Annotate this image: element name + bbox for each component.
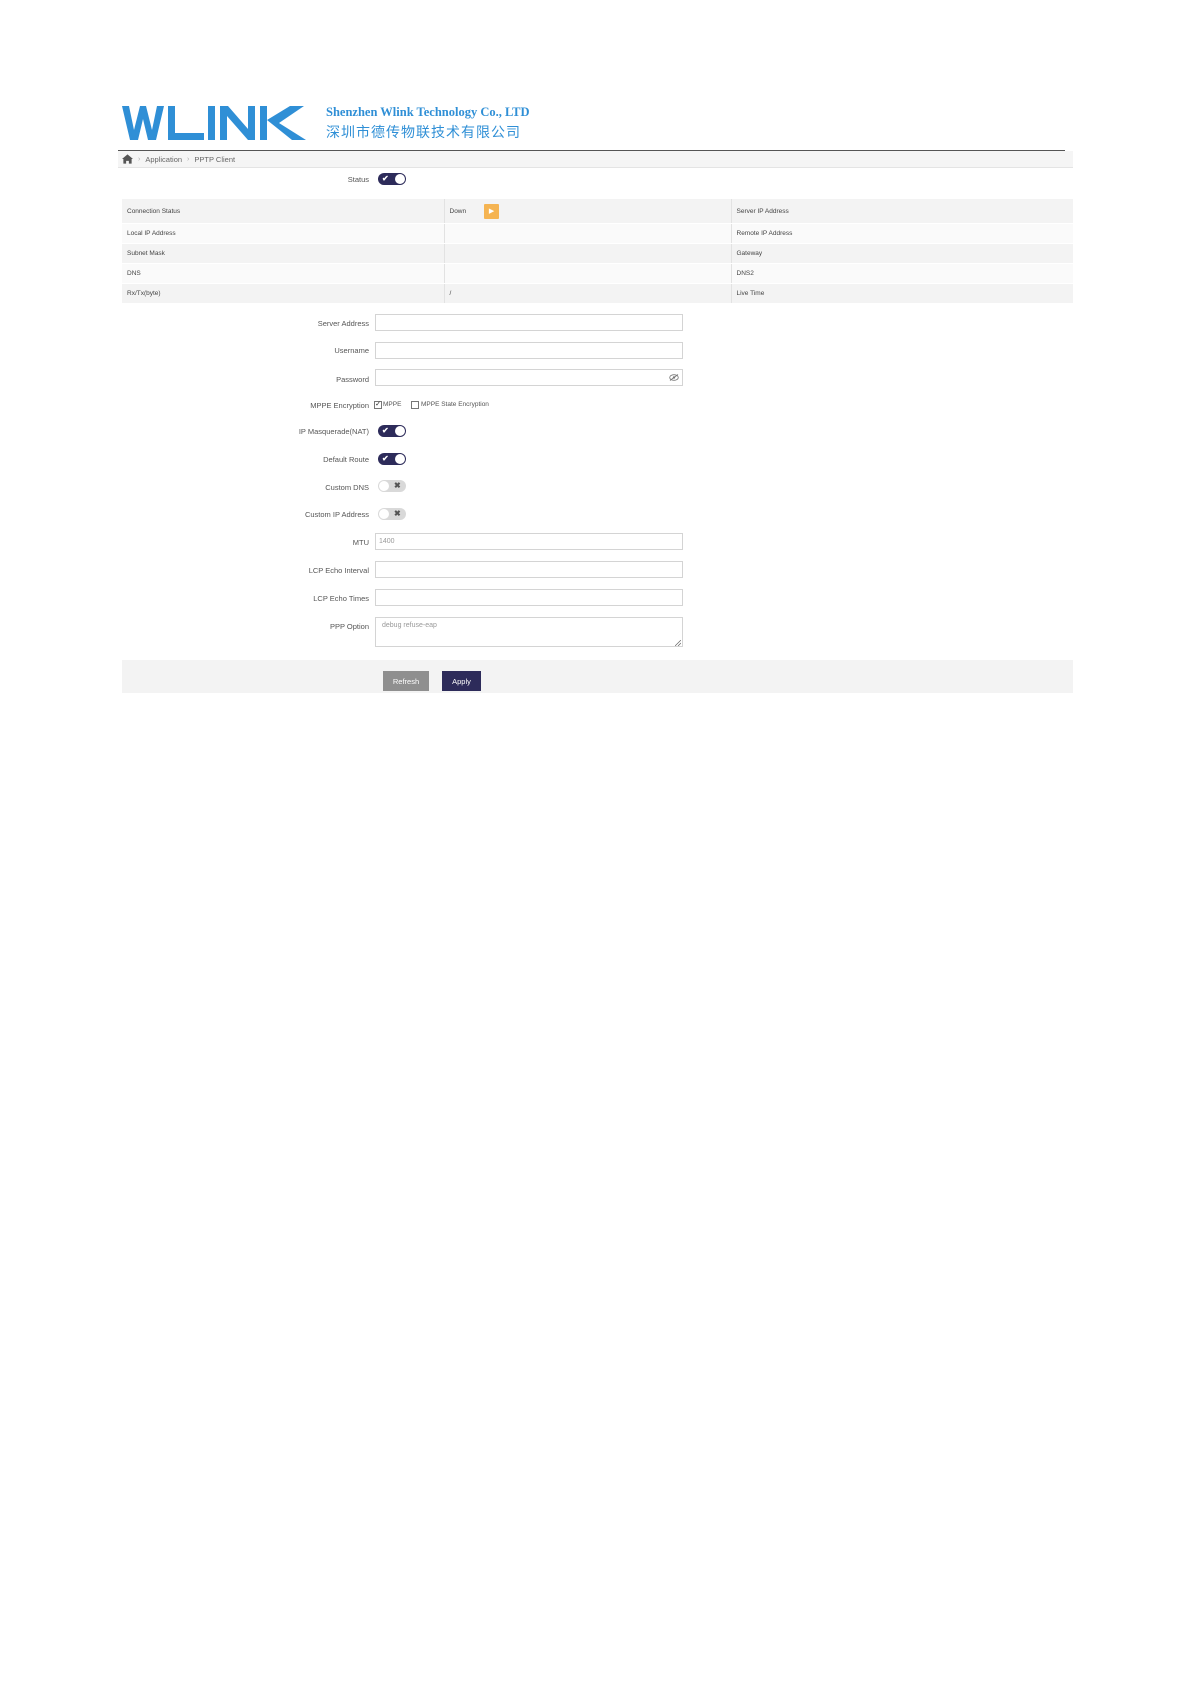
custom-dns-toggle[interactable]: ✖: [378, 480, 406, 492]
table-row: Local IP Address Remote IP Address: [122, 223, 1073, 244]
table-cell-value: [444, 223, 732, 244]
apply-button[interactable]: Apply: [442, 671, 481, 691]
custom-ip-address-toggle[interactable]: ✖: [378, 508, 406, 520]
lcp-echo-interval-label: LCP Echo Interval: [308, 566, 369, 575]
default-route-label: Default Route: [323, 455, 369, 464]
breadcrumb: › Application › PPTP Client: [118, 151, 1073, 168]
password-input[interactable]: [375, 369, 683, 386]
toggle-knob: [395, 454, 405, 464]
toggle-knob: [395, 174, 405, 184]
home-icon[interactable]: [122, 154, 133, 164]
close-icon: ✖: [394, 481, 401, 490]
toggle-knob: [379, 509, 389, 519]
mtu-label: MTU: [352, 538, 369, 547]
ip-masquerade-toggle[interactable]: ✔: [378, 425, 406, 437]
table-cell-label: Local IP Address: [122, 223, 445, 244]
toggle-knob: [395, 426, 405, 436]
check-icon: ✓: [375, 401, 381, 408]
action-bar: [122, 660, 1073, 693]
server-address-input[interactable]: [375, 314, 683, 331]
company-name-chinese: 深圳市德传物联技术有限公司: [326, 125, 521, 141]
server-address-label: Server Address: [317, 319, 369, 328]
connection-status-value: Down ▶: [444, 199, 732, 224]
check-icon: ✔: [382, 174, 389, 183]
table-cell-value: [444, 263, 732, 284]
breadcrumb-separator: ›: [138, 155, 141, 163]
table-cell-label: Remote IP Address: [731, 223, 1073, 244]
table-cell-value: /: [444, 283, 732, 304]
check-icon: ✔: [382, 426, 389, 435]
mppe-state-encryption-label: MPPE State Encryption: [421, 401, 489, 408]
ppp-option-label: PPP Option: [329, 622, 369, 631]
status-label: Status: [347, 175, 369, 184]
username-input[interactable]: [375, 342, 683, 359]
breadcrumb-application[interactable]: Application: [145, 155, 182, 164]
lcp-echo-times-input[interactable]: [375, 589, 683, 606]
refresh-button[interactable]: Refresh: [383, 671, 429, 691]
toggle-knob: [379, 481, 389, 491]
resize-grip-icon[interactable]: [675, 640, 681, 646]
table-cell-value: [444, 243, 732, 264]
username-label: Username: [334, 346, 369, 355]
default-route-toggle[interactable]: ✔: [378, 453, 406, 465]
mppe-checkbox[interactable]: ✓: [374, 401, 382, 409]
password-label: Password: [336, 375, 369, 384]
table-cell-label: Gateway: [731, 243, 1073, 264]
table-cell-label: DNS: [122, 263, 445, 284]
ip-masquerade-label: IP Masquerade(NAT): [298, 427, 369, 436]
table-cell-label: DNS2: [731, 263, 1073, 284]
ppp-option-textarea[interactable]: [375, 617, 683, 647]
wlink-logo: [122, 106, 306, 140]
lcp-echo-interval-input[interactable]: [375, 561, 683, 578]
lcp-echo-times-label: LCP Echo Times: [313, 594, 369, 603]
breadcrumb-separator: ›: [187, 155, 190, 163]
check-icon: ✔: [382, 454, 389, 463]
eye-slash-icon[interactable]: [669, 374, 679, 381]
custom-dns-label: Custom DNS: [325, 483, 369, 492]
mtu-input[interactable]: [375, 533, 683, 550]
company-name-english: Shenzhen Wlink Technology Co., LTD: [326, 105, 530, 119]
close-icon: ✖: [394, 509, 401, 518]
table-cell-label: Connection Status: [122, 199, 445, 224]
status-value-text: Down: [449, 207, 467, 215]
table-cell-label: Live Time: [731, 283, 1073, 304]
custom-ip-address-label: Custom IP Address: [304, 510, 369, 519]
table-cell-label: Server IP Address: [731, 199, 1073, 224]
table-row: Subnet Mask Gateway: [122, 243, 1073, 264]
table-cell-label: Subnet Mask: [122, 243, 445, 264]
table-cell-label: Rx/Tx(byte): [122, 283, 445, 304]
status-toggle[interactable]: ✔: [378, 173, 406, 185]
mppe-encryption-label: MPPE Encryption: [310, 401, 369, 410]
table-row: Connection Status Down ▶ Server IP Addres…: [122, 199, 1073, 224]
connection-status-table: Connection Status Down ▶ Server IP Addres…: [122, 199, 1073, 304]
table-row: Rx/Tx(byte) / Live Time: [122, 283, 1073, 304]
table-row: DNS DNS2: [122, 263, 1073, 284]
breadcrumb-pptp-client: PPTP Client: [194, 154, 236, 164]
play-icon[interactable]: ▶: [484, 203, 500, 219]
mppe-checkbox-label: MPPE: [383, 401, 402, 408]
mppe-state-encryption-checkbox[interactable]: [411, 401, 419, 409]
